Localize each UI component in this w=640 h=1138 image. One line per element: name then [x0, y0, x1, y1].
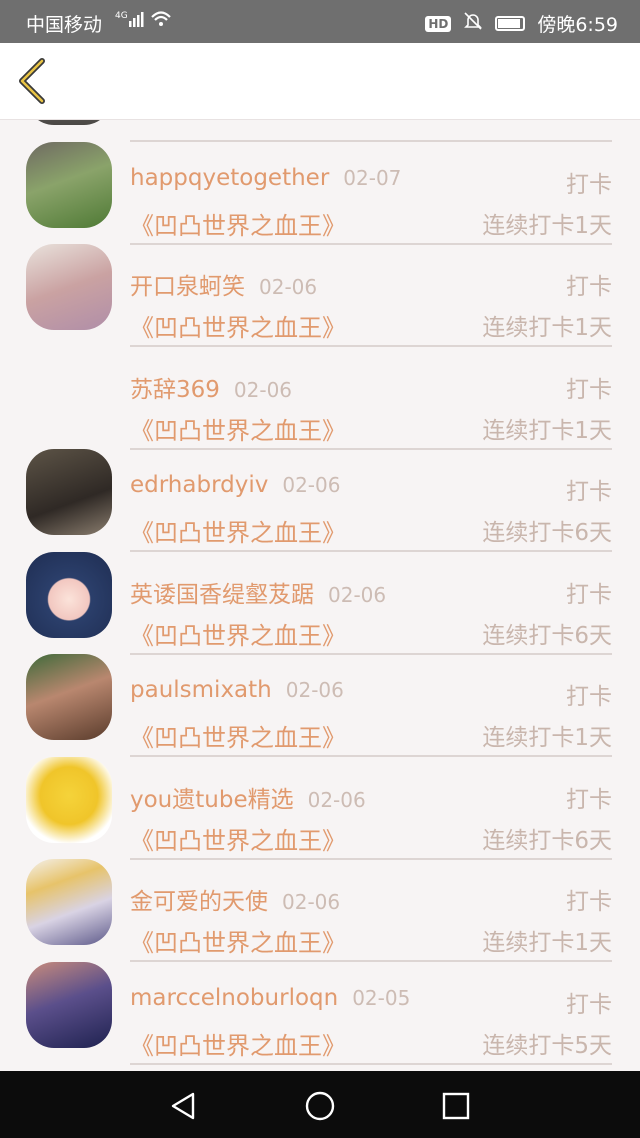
checkin-date: 02-07	[343, 166, 402, 190]
carrier-label: 中国移动	[26, 14, 103, 36]
list-item[interactable]: 金可爱的天使 02-06 打卡 《凹凸世界之血王》 连续打卡1天	[0, 848, 640, 962]
battery-icon	[495, 16, 526, 31]
checkin-label: 打卡	[566, 992, 612, 1018]
avatar	[26, 449, 112, 535]
checkin-date: 02-06	[233, 378, 293, 402]
user-name[interactable]: you遗tube精选 02-06	[130, 780, 366, 814]
checkin-label: 打卡	[566, 479, 612, 505]
list-item-partial	[0, 120, 640, 142]
back-button[interactable]	[14, 57, 54, 105]
avatar	[26, 654, 112, 740]
list-item[interactable]: 英诿国香缇壑芨踞 02-06 打卡 《凹凸世界之血王》 连续打卡6天	[0, 541, 640, 655]
nav-recent-button[interactable]	[439, 1089, 473, 1123]
circle-home-icon	[305, 1091, 335, 1121]
network-type: 4G	[115, 11, 128, 21]
nav-home-button[interactable]	[303, 1089, 337, 1123]
avatar	[26, 552, 112, 638]
checkin-label: 打卡	[566, 889, 612, 915]
list-item[interactable]: edrhabrdyiv 02-06 打卡 《凹凸世界之血王》 连续打卡6天	[0, 438, 640, 552]
mute-icon	[463, 11, 483, 36]
checkin-list: happqyetogether 02-07 打卡 《凹凸世界之血王》 连续打卡1天…	[0, 120, 640, 1070]
row-divider	[130, 1063, 612, 1065]
user-name[interactable]: happqyetogether 02-07	[130, 165, 401, 191]
top-bar	[0, 43, 640, 120]
status-bar: 中国移动 4G HD 傍晚6:59	[0, 0, 640, 43]
avatar	[26, 859, 112, 945]
chevron-left-icon	[19, 58, 45, 104]
checkin-label: 打卡	[566, 377, 612, 403]
list-item[interactable]: 开口泉蚵笑 02-06 打卡 《凹凸世界之血王》 连续打卡1天	[0, 233, 640, 347]
avatar	[26, 142, 112, 228]
triangle-back-icon	[171, 1092, 195, 1120]
user-name[interactable]: edrhabrdyiv 02-06	[130, 472, 340, 498]
user-name[interactable]: paulsmixath 02-06	[130, 677, 344, 703]
system-nav-bar	[0, 1071, 640, 1138]
user-name[interactable]: 金可爱的天使 02-06	[130, 882, 340, 916]
checkin-date: 02-05	[352, 986, 411, 1010]
checkin-date: 02-06	[328, 583, 387, 607]
streak-count: 连续打卡5天	[482, 1033, 612, 1059]
checkin-label: 打卡	[566, 582, 612, 608]
hd-badge: HD	[425, 15, 452, 32]
checkin-label: 打卡	[566, 172, 612, 198]
user-name[interactable]: marccelnoburloqn 02-05	[130, 985, 410, 1011]
user-name[interactable]: 苏辞369 02-06	[130, 370, 292, 404]
checkin-label: 打卡	[566, 787, 612, 813]
square-recent-icon	[442, 1092, 470, 1120]
user-name[interactable]: 英诿国香缇壑芨踞 02-06	[130, 575, 386, 609]
avatar	[26, 120, 112, 125]
avatar	[26, 757, 112, 843]
clock: 傍晚6:59	[537, 14, 618, 36]
nav-back-button[interactable]	[167, 1089, 201, 1123]
avatar	[26, 962, 112, 1048]
checkin-label: 打卡	[566, 684, 612, 710]
checkin-date: 02-06	[259, 275, 318, 299]
list-item[interactable]: marccelnoburloqn 02-05 打卡 《凹凸世界之血王》 连续打卡5…	[0, 951, 640, 1065]
avatar	[26, 244, 112, 330]
list-item[interactable]: paulsmixath 02-06 打卡 《凹凸世界之血王》 连续打卡1天	[0, 643, 640, 757]
checkin-date: 02-06	[282, 473, 341, 497]
book-title[interactable]: 《凹凸世界之血王》	[130, 1026, 346, 1061]
list-item[interactable]: you遗tube精选 02-06 打卡 《凹凸世界之血王》 连续打卡6天	[0, 746, 640, 860]
checkin-label: 打卡	[566, 274, 612, 300]
list-item[interactable]: 苏辞369 02-06 打卡 《凹凸世界之血王》 连续打卡1天	[0, 336, 640, 450]
checkin-date: 02-06	[285, 678, 344, 702]
signal-icon: 4G	[115, 9, 175, 36]
list-item[interactable]: happqyetogether 02-07 打卡 《凹凸世界之血王》 连续打卡1天	[0, 131, 640, 245]
checkin-date: 02-06	[282, 890, 341, 914]
user-name[interactable]: 开口泉蚵笑 02-06	[130, 267, 317, 301]
checkin-date: 02-06	[307, 788, 366, 812]
